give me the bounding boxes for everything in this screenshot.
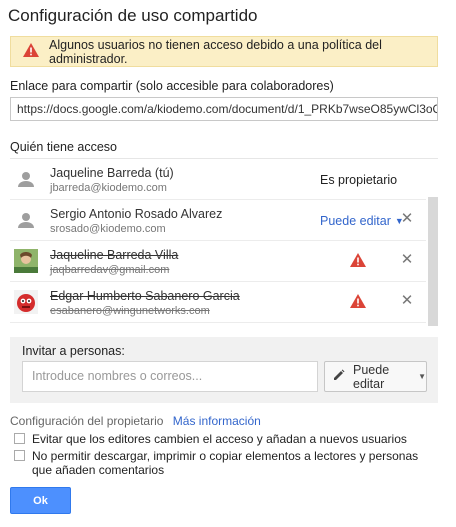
person-email: esabanero@wingunetworks.com	[50, 305, 210, 317]
share-link-field[interactable]: https://docs.google.com/a/kiodemo.com/do…	[10, 97, 438, 121]
prevent-editors-checkbox[interactable]	[14, 433, 25, 444]
invite-input[interactable]: Introduce nombres o correos...	[22, 361, 318, 392]
option-text: No permitir descargar, imprimir o copiar…	[32, 449, 419, 477]
person-row-editor: Sergio Antonio Rosado Alvarez srosado@ki…	[10, 200, 426, 241]
more-info-link[interactable]: Más información	[173, 414, 261, 428]
access-section-label: Quién tiene acceso	[10, 140, 118, 154]
permission-label: Puede editar	[320, 214, 391, 228]
warning-icon	[350, 253, 366, 272]
person-name: Jaqueline Barreda Villa	[50, 248, 179, 262]
warning-icon	[350, 294, 366, 313]
people-list-scrollbar[interactable]	[428, 197, 438, 326]
person-name: Edgar Humberto Sabanero Garcia	[50, 289, 240, 303]
invite-permission-button[interactable]: Puede editar ▼	[324, 361, 427, 392]
person-email: srosado@kiodemo.com	[50, 223, 166, 235]
person-icon	[14, 208, 38, 232]
share-link-label: Enlace para compartir (solo accesible pa…	[10, 79, 334, 93]
person-icon	[14, 167, 38, 191]
warning-icon	[23, 43, 39, 60]
person-name: Sergio Antonio Rosado Alvarez	[50, 207, 223, 221]
profile-photo	[14, 290, 38, 314]
owner-settings-label: Configuración del propietario	[10, 414, 164, 428]
remove-person-close-icon[interactable]: ✕	[400, 252, 414, 267]
invite-permission-label: Puede editar	[353, 362, 390, 391]
person-email: jaqbarredav@gmail.com	[50, 264, 170, 276]
warning-text: Algunos usuarios no tienen acceso debido…	[49, 37, 382, 66]
person-row-blocked: Edgar Humberto Sabanero Garcia esabanero…	[10, 282, 426, 323]
owner-settings: Configuración del propietario Más inform…	[10, 414, 261, 428]
option-row: Evitar que los editores cambien el acces…	[14, 432, 434, 446]
person-name: Jaqueline Barreda (tú)	[50, 166, 174, 180]
invite-panel: Invitar a personas: Introduce nombres o …	[10, 337, 438, 403]
remove-person-close-icon[interactable]: ✕	[400, 211, 414, 226]
pencil-icon	[333, 369, 345, 384]
profile-photo	[14, 249, 38, 273]
person-email: jbarreda@kiodemo.com	[50, 182, 167, 194]
invite-label: Invitar a personas:	[22, 344, 125, 358]
disable-download-checkbox[interactable]	[14, 450, 25, 461]
person-row-blocked: Jaqueline Barreda Villa jaqbarredav@gmai…	[10, 241, 426, 282]
person-row-owner: Jaqueline Barreda (tú) jbarreda@kiodemo.…	[10, 159, 426, 200]
people-list: Jaqueline Barreda (tú) jbarreda@kiodemo.…	[10, 158, 438, 326]
option-text: Evitar que los editores cambien el acces…	[32, 432, 407, 446]
option-row: No permitir descargar, imprimir o copiar…	[14, 449, 434, 477]
remove-person-close-icon[interactable]: ✕	[400, 293, 414, 308]
policy-warning-banner: Algunos usuarios no tienen acceso debido…	[10, 36, 438, 67]
dialog-title: Configuración de uso compartido	[8, 6, 258, 25]
owner-role-label: Es propietario	[320, 173, 398, 187]
caret-down-icon: ▼	[418, 372, 426, 381]
permission-dropdown[interactable]: Puede editar ▼	[320, 214, 404, 228]
ok-button[interactable]: Ok	[10, 487, 71, 514]
